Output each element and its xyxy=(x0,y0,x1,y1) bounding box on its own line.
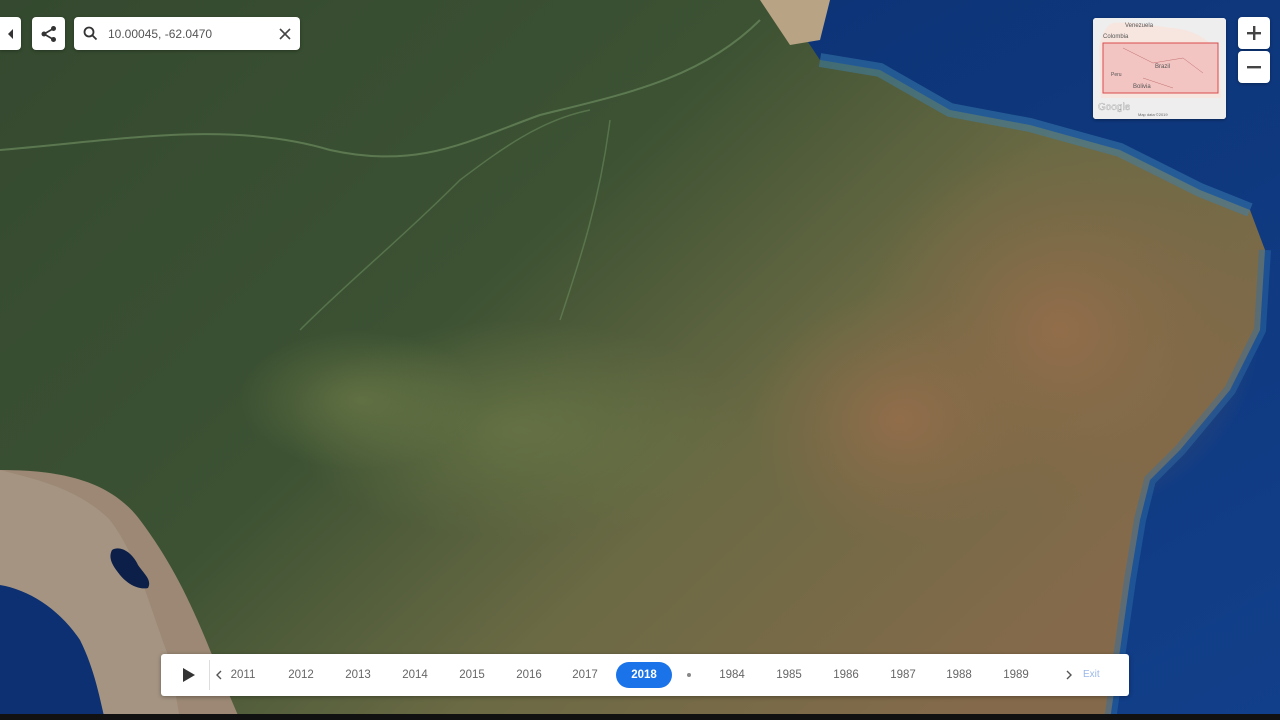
timeline-year-2011[interactable]: 2011 xyxy=(215,654,271,696)
timeline-year-1988[interactable]: 1988 xyxy=(931,654,987,696)
chevron-right-icon xyxy=(1066,670,1072,680)
timeline-year-2012[interactable]: 2012 xyxy=(273,654,329,696)
share-button[interactable] xyxy=(32,17,65,50)
minimap-footer: Map data ©2019 xyxy=(1138,112,1168,117)
close-icon[interactable] xyxy=(270,27,300,40)
timeline-year-2014[interactable]: 2014 xyxy=(387,654,443,696)
minimap-google-logo: Google xyxy=(1098,102,1131,113)
timeline-year-2017[interactable]: 2017 xyxy=(557,654,613,696)
search-icon xyxy=(74,26,106,41)
search-box xyxy=(74,17,300,50)
timeline-year-1984[interactable]: 1984 xyxy=(704,654,760,696)
timeline-year-2016[interactable]: 2016 xyxy=(501,654,557,696)
timeline-year-2015[interactable]: 2015 xyxy=(444,654,500,696)
minimap-label-brazil: Brazil xyxy=(1155,64,1170,70)
plus-icon xyxy=(1247,26,1261,40)
timeline-bar: 2011 2012 2013 2014 2015 2016 2017 2018 … xyxy=(161,654,1129,696)
share-icon xyxy=(41,25,56,42)
minimap-label-bolivia: Bolivia xyxy=(1133,84,1151,90)
play-button[interactable] xyxy=(169,654,209,696)
timeline-year-1986[interactable]: 1986 xyxy=(818,654,874,696)
minimap-label-venezuela: Venezuela xyxy=(1125,23,1154,29)
timeline-year-2018-selected[interactable]: 2018 xyxy=(616,662,672,688)
minimap-graphic: Venezuela Colombia Brazil Peru Bolivia G… xyxy=(1093,18,1226,119)
search-input[interactable] xyxy=(106,25,270,42)
collapse-panel-button[interactable] xyxy=(0,17,21,50)
play-icon xyxy=(183,668,195,682)
zoom-in-button[interactable] xyxy=(1238,17,1270,49)
timeline-year-1985[interactable]: 1985 xyxy=(761,654,817,696)
bottom-edge-strip xyxy=(0,714,1280,720)
timeline-year-1987[interactable]: 1987 xyxy=(875,654,931,696)
timeline-divider xyxy=(209,660,210,690)
minimap-label-peru: Peru xyxy=(1111,72,1122,78)
timeline-extra-link[interactable]: Exit xyxy=(1083,654,1100,696)
satellite-map[interactable] xyxy=(0,0,1280,720)
zoom-out-button[interactable] xyxy=(1238,51,1270,83)
timeline-year-1989[interactable]: 1989 xyxy=(988,654,1044,696)
minus-icon xyxy=(1247,66,1261,69)
timeline-next-button[interactable] xyxy=(1061,654,1077,696)
minimap-label-colombia: Colombia xyxy=(1103,34,1129,40)
timeline-wrap-dot xyxy=(687,673,691,677)
timeline-year-2013[interactable]: 2013 xyxy=(330,654,386,696)
overview-minimap[interactable]: Venezuela Colombia Brazil Peru Bolivia G… xyxy=(1093,18,1226,119)
chevron-left-icon xyxy=(7,28,13,39)
